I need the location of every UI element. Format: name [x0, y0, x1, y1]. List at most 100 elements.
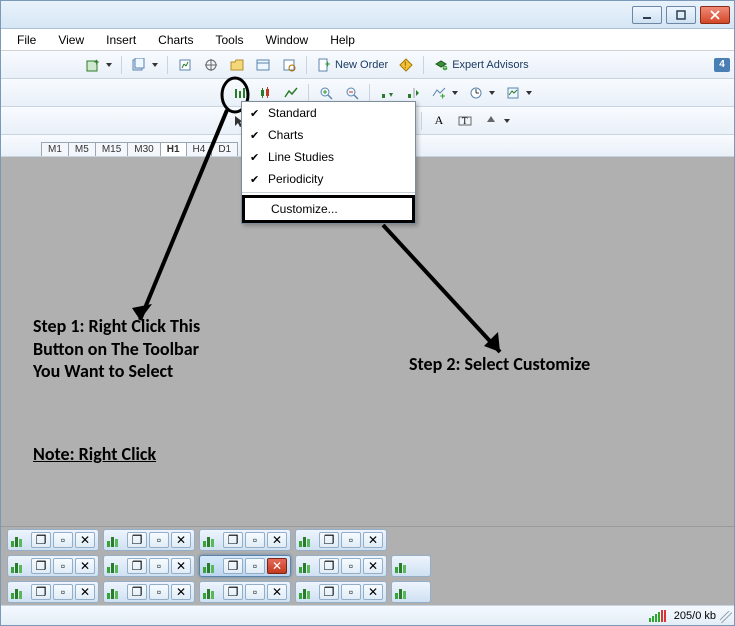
window-tile[interactable]: ❐▫✕	[295, 555, 387, 577]
window-tile[interactable]: ❐▫✕	[7, 529, 99, 551]
cascade-icon[interactable]: ❐	[31, 532, 51, 548]
tile-close-icon[interactable]: ✕	[363, 584, 383, 600]
menu-charts[interactable]: Charts	[148, 31, 203, 49]
market-watch-button[interactable]	[173, 54, 197, 76]
window-tile[interactable]: ❐▫✕	[295, 581, 387, 603]
tile-close-icon[interactable]: ✕	[363, 532, 383, 548]
restore-icon[interactable]: ▫	[53, 558, 73, 574]
window-tile[interactable]: ❐▫✕	[7, 555, 99, 577]
window-tile[interactable]: ❐▫✕	[295, 529, 387, 551]
titlebar	[1, 1, 734, 29]
data-window-button[interactable]	[225, 54, 249, 76]
autoscroll-icon	[379, 85, 395, 101]
period-m1[interactable]: M1	[41, 142, 69, 156]
cascade-icon[interactable]: ❐	[319, 584, 339, 600]
alert-diamond-icon: !	[398, 57, 414, 73]
minimize-button[interactable]	[632, 6, 662, 24]
cascade-icon[interactable]: ❐	[127, 532, 147, 548]
restore-icon[interactable]: ▫	[245, 532, 265, 548]
period-m5[interactable]: M5	[68, 142, 96, 156]
indicators-button[interactable]: +	[427, 82, 462, 104]
restore-icon[interactable]: ▫	[245, 558, 265, 574]
tile-close-icon[interactable]: ✕	[267, 532, 287, 548]
cm-item-standard[interactable]: Standard	[242, 102, 415, 124]
text-label-button[interactable]: T	[453, 110, 477, 132]
profiles-button[interactable]	[127, 54, 162, 76]
cascade-icon[interactable]: ❐	[127, 584, 147, 600]
chart-window-icon	[395, 559, 411, 573]
restore-icon[interactable]: ▫	[149, 558, 169, 574]
tile-close-icon[interactable]: ✕	[267, 584, 287, 600]
cascade-icon[interactable]: ❐	[31, 584, 51, 600]
templates-button[interactable]	[501, 82, 536, 104]
expert-advisors-button[interactable]: + Expert Advisors	[429, 54, 532, 76]
new-order-button[interactable]: + New Order	[312, 54, 392, 76]
chart-window-icon	[299, 533, 315, 547]
period-m15[interactable]: M15	[95, 142, 128, 156]
tile-close-icon[interactable]: ✕	[363, 558, 383, 574]
window-tile-active[interactable]: ❐▫✕	[199, 555, 291, 577]
menu-view[interactable]: View	[48, 31, 94, 49]
resize-grip-icon[interactable]	[720, 611, 732, 623]
restore-icon[interactable]: ▫	[341, 584, 361, 600]
tile-close-icon[interactable]: ✕	[75, 532, 95, 548]
candlestick-icon	[257, 85, 273, 101]
cascade-icon[interactable]: ❐	[127, 558, 147, 574]
new-chart-button[interactable]: +	[81, 54, 116, 76]
window-tile[interactable]	[391, 581, 431, 603]
cm-item-line-studies[interactable]: Line Studies	[242, 146, 415, 168]
window-tile[interactable]: ❐▫✕	[103, 529, 195, 551]
period-d1[interactable]: D1	[211, 142, 238, 156]
restore-icon[interactable]: ▫	[53, 532, 73, 548]
period-h1[interactable]: H1	[160, 142, 187, 156]
cascade-icon[interactable]: ❐	[223, 532, 243, 548]
periodicity-button[interactable]	[464, 82, 499, 104]
strategy-tester-button[interactable]	[277, 54, 301, 76]
menu-help[interactable]: Help	[320, 31, 365, 49]
cascade-icon[interactable]: ❐	[319, 532, 339, 548]
restore-icon[interactable]: ▫	[245, 584, 265, 600]
restore-icon[interactable]: ▫	[149, 532, 169, 548]
restore-icon[interactable]: ▫	[341, 558, 361, 574]
menu-window[interactable]: Window	[256, 31, 319, 49]
window-tile[interactable]: ❐▫✕	[7, 581, 99, 603]
restore-icon[interactable]: ▫	[341, 532, 361, 548]
connection-bars-icon	[649, 610, 666, 622]
cm-item-customize[interactable]: Customize...	[242, 195, 415, 223]
cascade-icon[interactable]: ❐	[31, 558, 51, 574]
terminal-button[interactable]	[251, 54, 275, 76]
cascade-icon[interactable]: ❐	[223, 584, 243, 600]
menu-insert[interactable]: Insert	[96, 31, 146, 49]
text-button[interactable]: A	[427, 110, 451, 132]
notification-badge[interactable]: 4	[714, 58, 730, 72]
maximize-button[interactable]	[666, 6, 696, 24]
menu-file[interactable]: File	[7, 31, 46, 49]
close-button[interactable]	[700, 6, 730, 24]
text-icon: A	[431, 113, 447, 129]
window-tile[interactable]: ❐▫✕	[103, 555, 195, 577]
tile-close-icon[interactable]: ✕	[171, 558, 191, 574]
navigator-button[interactable]	[199, 54, 223, 76]
window-tile[interactable]	[391, 555, 431, 577]
window-tile[interactable]: ❐▫✕	[199, 529, 291, 551]
cascade-icon[interactable]: ❐	[223, 558, 243, 574]
chevron-down-icon	[106, 63, 112, 67]
cm-item-periodicity[interactable]: Periodicity	[242, 168, 415, 190]
window-tile[interactable]: ❐▫✕	[199, 581, 291, 603]
menu-tools[interactable]: Tools	[206, 31, 254, 49]
alert-button[interactable]: !	[394, 54, 418, 76]
cm-item-charts[interactable]: Charts	[242, 124, 415, 146]
tile-close-icon[interactable]: ✕	[171, 584, 191, 600]
window-tile[interactable]: ❐▫✕	[103, 581, 195, 603]
arrows-button[interactable]	[479, 110, 514, 132]
restore-icon[interactable]: ▫	[53, 584, 73, 600]
period-m30[interactable]: M30	[127, 142, 160, 156]
tile-close-icon[interactable]: ✕	[267, 558, 287, 574]
tile-close-icon[interactable]: ✕	[75, 584, 95, 600]
period-h4[interactable]: H4	[186, 142, 213, 156]
svg-text:+: +	[94, 58, 99, 67]
cascade-icon[interactable]: ❐	[319, 558, 339, 574]
restore-icon[interactable]: ▫	[149, 584, 169, 600]
tile-close-icon[interactable]: ✕	[171, 532, 191, 548]
tile-close-icon[interactable]: ✕	[75, 558, 95, 574]
